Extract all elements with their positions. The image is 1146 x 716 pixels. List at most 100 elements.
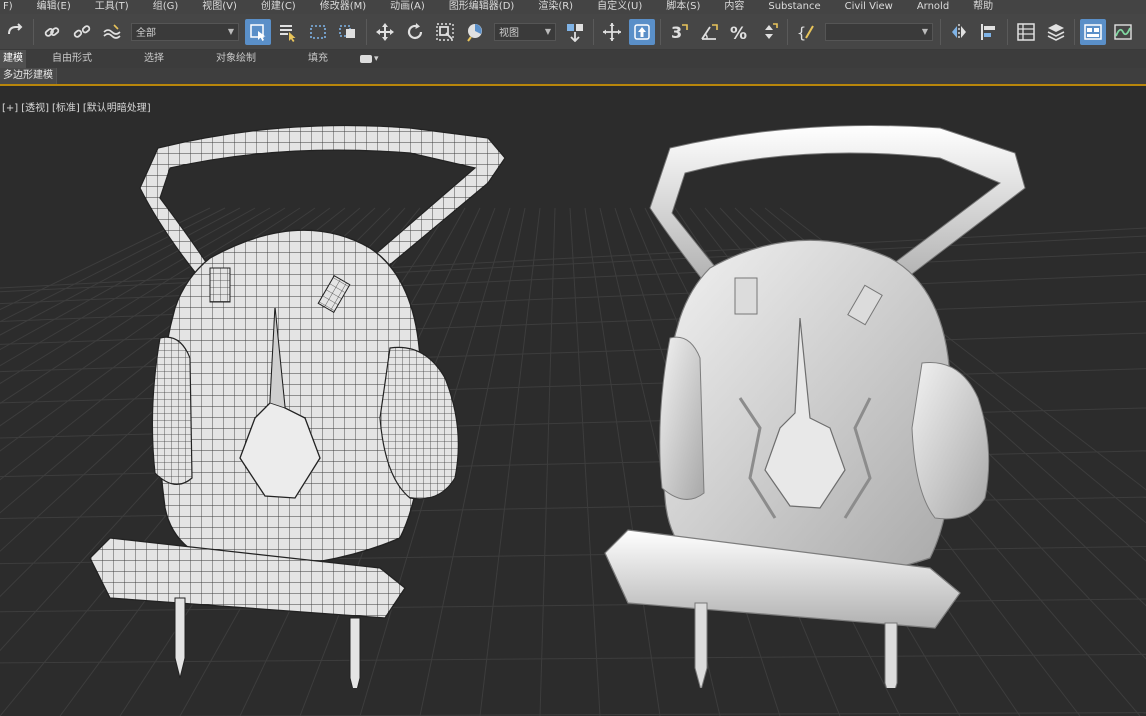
perspective-viewport[interactable]: [+] [透视] [标准] [默认明暗处理] xyxy=(0,88,1146,716)
schematic-view-button[interactable] xyxy=(1140,19,1146,45)
tab-polygon-modeling[interactable]: 多边形建模 xyxy=(0,68,57,84)
svg-text:3: 3 xyxy=(671,23,682,42)
angle-snap-button[interactable] xyxy=(696,19,722,45)
snap-3d-icon: 3 xyxy=(671,23,688,42)
menu-graph-editors[interactable]: 图形编辑器(D) xyxy=(437,0,527,14)
scene-explorer-button[interactable] xyxy=(1013,19,1039,45)
rect-selection-region-icon xyxy=(310,24,326,39)
bind-space-warp-button[interactable] xyxy=(99,19,125,45)
pivot-center-button[interactable] xyxy=(562,19,588,45)
menu-tools[interactable]: 工具(T) xyxy=(83,0,141,14)
toolbar-separator xyxy=(1074,18,1075,45)
edit-named-selection-button[interactable]: { xyxy=(793,19,819,45)
menu-help[interactable]: 帮助 xyxy=(961,0,1005,14)
menu-rendering[interactable]: 渲染(R) xyxy=(526,0,585,14)
curve-editor-button[interactable] xyxy=(1110,19,1136,45)
selection-filter-dropdown[interactable]: 全部 ▼ xyxy=(131,22,239,41)
move-button[interactable] xyxy=(372,19,398,45)
toolbar-separator xyxy=(33,18,34,45)
link-icon xyxy=(44,26,60,37)
grid-line xyxy=(539,207,556,716)
placement-icon xyxy=(467,23,482,42)
ribbon-tabs: 建模 自由形式 选择 对象绘制 填充 ▾ xyxy=(0,50,1146,68)
toolbar-separator xyxy=(660,18,661,45)
menu-view[interactable]: 视图(V) xyxy=(190,0,249,14)
ribbon-toggle-button[interactable] xyxy=(1080,18,1106,45)
chevron-down-icon: ▾ xyxy=(374,54,379,64)
main-toolbar: 全部 ▼ 视图 ▼ 3 % {▼ xyxy=(0,14,1146,50)
wire-spike-right xyxy=(349,617,361,688)
undo-button[interactable] xyxy=(2,19,28,45)
menu-bar: F) 编辑(E) 工具(T) 组(G) 视图(V) 创建(C) 修改器(M) 动… xyxy=(0,0,1146,14)
angle-snap-icon xyxy=(701,23,718,40)
rotate-button[interactable] xyxy=(402,19,428,45)
spinner-snap-icon xyxy=(765,22,778,39)
viewport-menu-plus[interactable]: [+] xyxy=(2,103,18,114)
chevron-down-icon: ▼ xyxy=(544,27,551,36)
svg-text:%: % xyxy=(730,24,747,42)
reference-coordinate-value: 视图 xyxy=(499,28,519,39)
shaded-backpack-model[interactable] xyxy=(600,98,1040,688)
viewport-menu-view[interactable]: [透视] xyxy=(21,103,49,114)
align-button[interactable] xyxy=(976,19,1002,45)
ribbon-options-icon xyxy=(360,55,372,63)
rect-selection-region-button[interactable] xyxy=(305,19,331,45)
menu-modifiers[interactable]: 修改器(M) xyxy=(308,0,378,14)
wire-spike-left xyxy=(174,597,186,679)
move-icon xyxy=(376,22,394,41)
unlink-button[interactable] xyxy=(69,19,95,45)
undo-icon xyxy=(8,22,23,34)
reference-coordinate-dropdown[interactable]: 视图 ▼ xyxy=(494,22,556,41)
menu-scripting[interactable]: 脚本(S) xyxy=(654,0,712,14)
menu-civil-view[interactable]: Civil View xyxy=(833,0,905,14)
tab-modeling[interactable]: 建模 xyxy=(0,50,26,68)
wireframe-backpack-model[interactable] xyxy=(80,98,520,688)
edit-named-selection-icon: { xyxy=(797,24,814,42)
menu-arnold[interactable]: Arnold xyxy=(905,0,961,14)
menu-substance[interactable]: Substance xyxy=(756,0,832,14)
scale-icon xyxy=(436,22,454,41)
unlink-icon xyxy=(73,24,91,38)
menu-edit[interactable]: 编辑(E) xyxy=(25,0,83,14)
select-object-icon xyxy=(250,23,266,41)
toolbar-separator xyxy=(787,18,788,45)
menu-customize[interactable]: 自定义(U) xyxy=(585,0,654,14)
mirror-button[interactable] xyxy=(946,19,972,45)
menu-create[interactable]: 创建(C) xyxy=(249,0,308,14)
select-manipulate-button[interactable] xyxy=(599,19,625,45)
window-crossing-button[interactable] xyxy=(335,19,361,45)
scale-button[interactable] xyxy=(432,19,458,45)
menu-file[interactable]: F) xyxy=(0,0,25,14)
selection-filter-value: 全部 xyxy=(136,28,156,39)
grid-line xyxy=(107,712,1146,716)
menu-group[interactable]: 组(G) xyxy=(141,0,191,14)
spinner-snap-button[interactable] xyxy=(756,19,782,45)
named-selection-dropdown[interactable]: ▼ xyxy=(825,22,933,41)
bind-space-warp-icon xyxy=(103,23,121,39)
wire-side-pocket-left xyxy=(151,336,193,485)
link-button[interactable] xyxy=(39,19,65,45)
tab-object-paint[interactable]: 对象绘制 xyxy=(190,50,282,68)
align-icon xyxy=(981,23,995,40)
rotate-icon xyxy=(407,22,423,39)
shaded-spike-right xyxy=(884,622,898,688)
tab-freeform[interactable]: 自由形式 xyxy=(26,50,118,68)
ribbon-options-button[interactable]: ▾ xyxy=(360,54,379,64)
viewport-menu-shading-std[interactable]: [标准] xyxy=(52,103,80,114)
toolbar-separator xyxy=(1007,18,1008,45)
menu-animation[interactable]: 动画(A) xyxy=(378,0,437,14)
ribbon-panel-bar: 多边形建模 xyxy=(0,68,1146,86)
wire-buckle-left xyxy=(209,267,231,303)
tab-populate[interactable]: 填充 xyxy=(282,50,354,68)
tab-selection[interactable]: 选择 xyxy=(118,50,190,68)
layer-explorer-button[interactable] xyxy=(1043,19,1069,45)
key-mode-button[interactable] xyxy=(629,18,655,45)
placement-button[interactable] xyxy=(462,19,488,45)
select-object-button[interactable] xyxy=(245,18,271,45)
shaded-buckle-left xyxy=(734,277,758,315)
percent-snap-button[interactable]: % xyxy=(726,19,752,45)
snap-3d-button[interactable]: 3 xyxy=(666,19,692,45)
menu-content[interactable]: 内容 xyxy=(712,0,756,14)
layer-explorer-icon xyxy=(1047,23,1065,41)
select-by-name-button[interactable] xyxy=(275,19,301,45)
